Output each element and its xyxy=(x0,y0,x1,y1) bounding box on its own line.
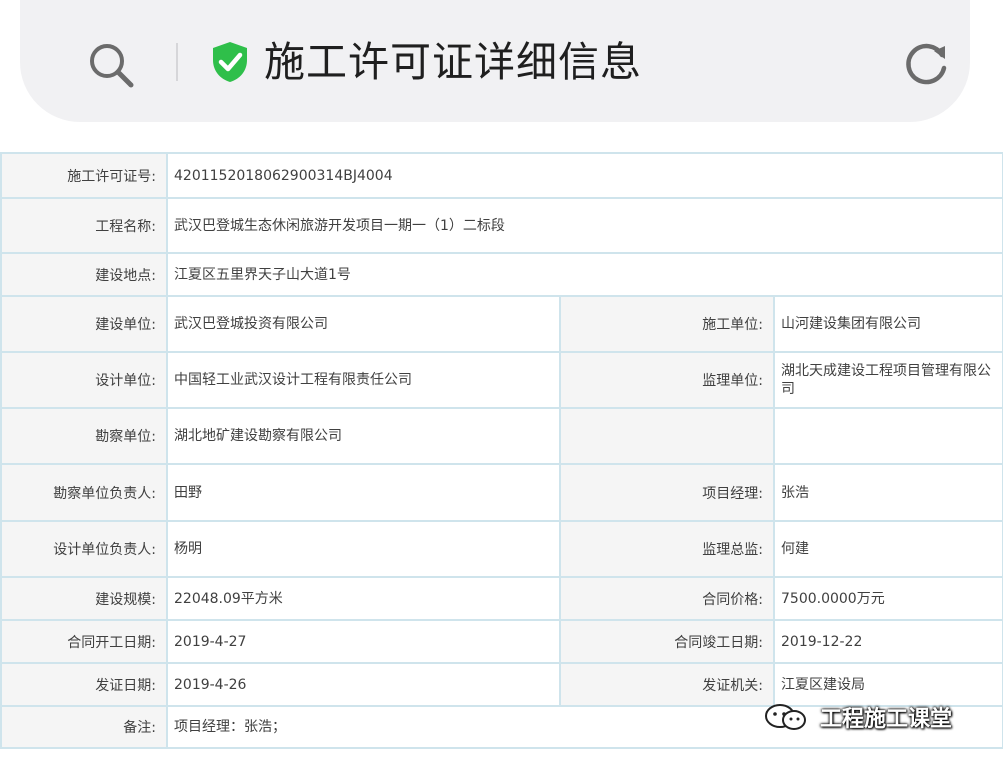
supervisor-label: 监理单位: xyxy=(559,351,775,409)
permit-no-value: 4201152018062900314BJ4004 xyxy=(165,152,1003,199)
project-name-value: 武汉巴登城生态休闲旅游开发项目一期一（1）二标段 xyxy=(165,197,1003,254)
table-row: 合同开工日期: 2019-4-27 合同竣工日期: 2019-12-22 xyxy=(0,619,1003,664)
table-row: 勘察单位负责人: 田野 项目经理: 张浩 xyxy=(0,463,1003,522)
location-label: 建设地点: xyxy=(0,252,168,297)
table-row: 工程名称: 武汉巴登城生态休闲旅游开发项目一期一（1）二标段 xyxy=(0,197,1003,254)
remarks-label: 备注: xyxy=(0,705,168,749)
project-manager-label: 项目经理: xyxy=(559,463,775,522)
issue-date-value: 2019-4-26 xyxy=(166,662,561,707)
table-row: 建设单位: 武汉巴登城投资有限公司 施工单位: 山河建设集团有限公司 xyxy=(0,295,1003,353)
surveyor-label: 勘察单位: xyxy=(0,407,168,465)
table-row: 建设规模: 22048.09平方米 合同价格: 7500.0000万元 xyxy=(0,576,1003,621)
issue-date-label: 发证日期: xyxy=(0,662,168,707)
watermark-text: 工程施工课堂 xyxy=(820,707,953,732)
survey-lead-value: 田野 xyxy=(166,463,561,522)
shield-check-icon xyxy=(213,42,247,82)
page-title: 施工许可证详细信息 xyxy=(264,38,642,86)
builder-value: 武汉巴登城投资有限公司 xyxy=(166,295,561,353)
builder-label: 建设单位: xyxy=(0,295,168,353)
divider xyxy=(176,43,178,81)
issuer-value: 江夏区建设局 xyxy=(772,662,1003,707)
permit-detail-table: 施工许可证号: 4201152018062900314BJ4004 工程名称: … xyxy=(0,152,1003,749)
permit-no-label: 施工许可证号: xyxy=(0,152,168,199)
issuer-label: 发证机关: xyxy=(559,662,775,707)
end-date-value: 2019-12-22 xyxy=(772,619,1003,664)
search-icon[interactable] xyxy=(86,40,136,90)
chief-supervisor-value: 何建 xyxy=(772,520,1003,578)
empty-value-cell xyxy=(772,407,1003,465)
contractor-label: 施工单位: xyxy=(559,295,775,353)
refresh-icon[interactable] xyxy=(900,38,952,90)
chief-supervisor-label: 监理总监: xyxy=(559,520,775,578)
start-date-label: 合同开工日期: xyxy=(0,619,168,664)
designer-value: 中国轻工业武汉设计工程有限责任公司 xyxy=(166,351,561,409)
end-date-label: 合同竣工日期: xyxy=(559,619,775,664)
empty-label-cell xyxy=(559,407,775,465)
table-row: 勘察单位: 湖北地矿建设勘察有限公司 xyxy=(0,407,1003,465)
table-row: 发证日期: 2019-4-26 发证机关: 江夏区建设局 xyxy=(0,662,1003,707)
table-row: 施工许可证号: 4201152018062900314BJ4004 xyxy=(0,152,1003,199)
top-bar: 施工许可证详细信息 xyxy=(20,0,970,122)
project-name-label: 工程名称: xyxy=(0,197,168,254)
table-row: 建设地点: 江夏区五里界天子山大道1号 xyxy=(0,252,1003,297)
project-manager-value: 张浩 xyxy=(772,463,1003,522)
survey-lead-label: 勘察单位负责人: xyxy=(0,463,168,522)
surveyor-value: 湖北地矿建设勘察有限公司 xyxy=(166,407,561,465)
designer-label: 设计单位: xyxy=(0,351,168,409)
contractor-value: 山河建设集团有限公司 xyxy=(772,295,1003,353)
design-lead-label: 设计单位负责人: xyxy=(0,520,168,578)
start-date-value: 2019-4-27 xyxy=(166,619,561,664)
design-lead-value: 杨明 xyxy=(166,520,561,578)
contract-price-label: 合同价格: xyxy=(559,576,775,621)
watermark: 工程施工课堂 xyxy=(762,702,952,732)
contract-price-value: 7500.0000万元 xyxy=(772,576,1003,621)
table-row: 设计单位负责人: 杨明 监理总监: 何建 xyxy=(0,520,1003,578)
supervisor-value: 湖北天成建设工程项目管理有限公司 xyxy=(772,351,1003,409)
table-row: 设计单位: 中国轻工业武汉设计工程有限责任公司 监理单位: 湖北天成建设工程项目… xyxy=(0,351,1003,409)
scale-label: 建设规模: xyxy=(0,576,168,621)
scale-value: 22048.09平方米 xyxy=(166,576,561,621)
wechat-icon xyxy=(765,704,806,730)
location-value: 江夏区五里界天子山大道1号 xyxy=(165,252,1003,297)
